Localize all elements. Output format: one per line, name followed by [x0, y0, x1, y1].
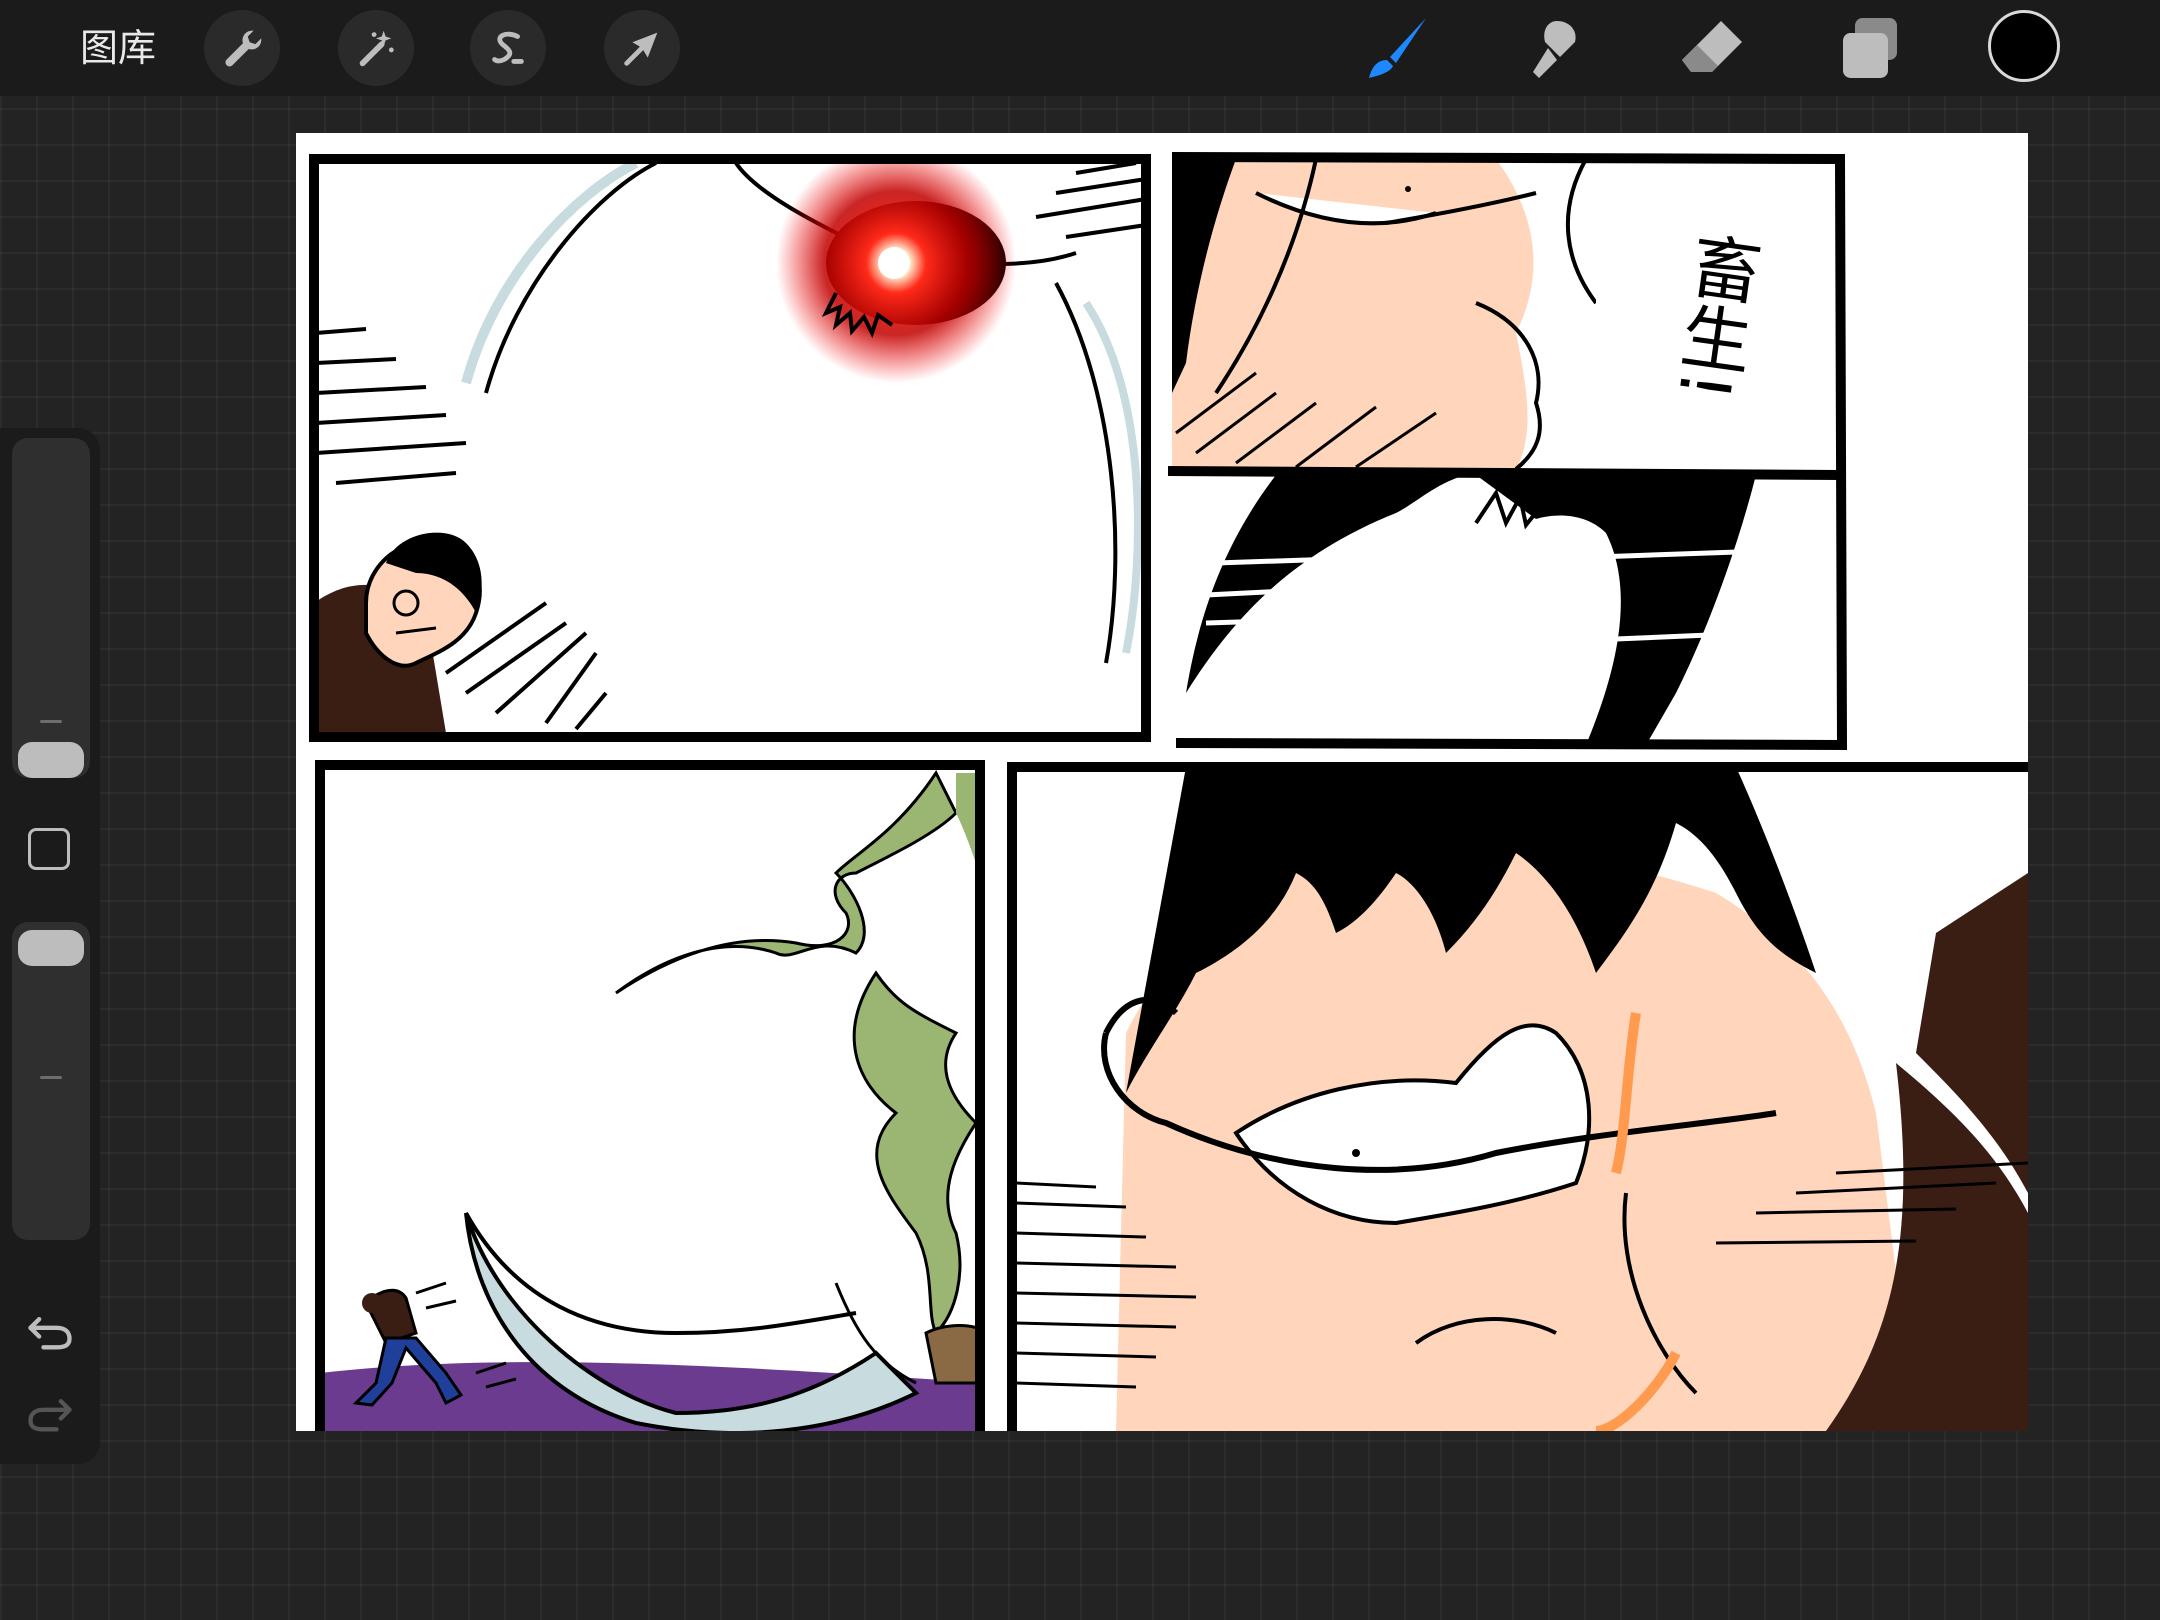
smudge-tool-button[interactable]: [1514, 8, 1594, 88]
undo-icon[interactable]: [24, 1304, 76, 1356]
eraser-tool-button[interactable]: [1672, 8, 1752, 88]
panel-creature-eye: [314, 159, 1146, 733]
panel-hair-closeup: [1186, 475, 1767, 745]
opacity-handle[interactable]: [18, 930, 84, 966]
panel-blade-smoke: [320, 770, 980, 1431]
transform-button[interactable]: [604, 10, 680, 86]
slider-tick: [40, 1076, 62, 1079]
modify-button[interactable]: [28, 828, 70, 870]
actions-button[interactable]: [204, 10, 280, 86]
comic-artwork: 畜生!: [309, 152, 2028, 1431]
redo-icon[interactable]: [24, 1386, 76, 1438]
opacity-slider[interactable]: [12, 922, 90, 1240]
brush-tool-button[interactable]: [1356, 8, 1436, 88]
brush-size-handle[interactable]: [18, 742, 84, 778]
top-toolbar: 图库: [0, 0, 2160, 96]
eraser-icon: [1682, 21, 1742, 72]
selection-s-icon: [492, 31, 524, 64]
smudge-icon: [1533, 21, 1576, 78]
adjustments-button[interactable]: [338, 10, 414, 86]
left-sidebar: [0, 428, 100, 1464]
brush-icon: [1369, 18, 1426, 78]
layers-tool-button[interactable]: [1830, 8, 1910, 88]
magic-wand-icon: [359, 30, 394, 67]
panel-glasses-man: [1015, 767, 2028, 1431]
slider-tick: [40, 720, 62, 723]
gallery-button[interactable]: 图库: [80, 22, 156, 74]
color-picker-button[interactable]: [1988, 10, 2060, 82]
layers-icon: [1843, 18, 1897, 78]
arrow-cursor-icon: [624, 32, 658, 66]
selection-button[interactable]: [470, 10, 546, 86]
wrench-icon: [225, 30, 262, 67]
panel-angry-face: 畜生!: [1172, 159, 1838, 469]
brush-size-slider[interactable]: [12, 438, 90, 778]
drawing-canvas[interactable]: 畜生!: [296, 133, 2028, 1431]
